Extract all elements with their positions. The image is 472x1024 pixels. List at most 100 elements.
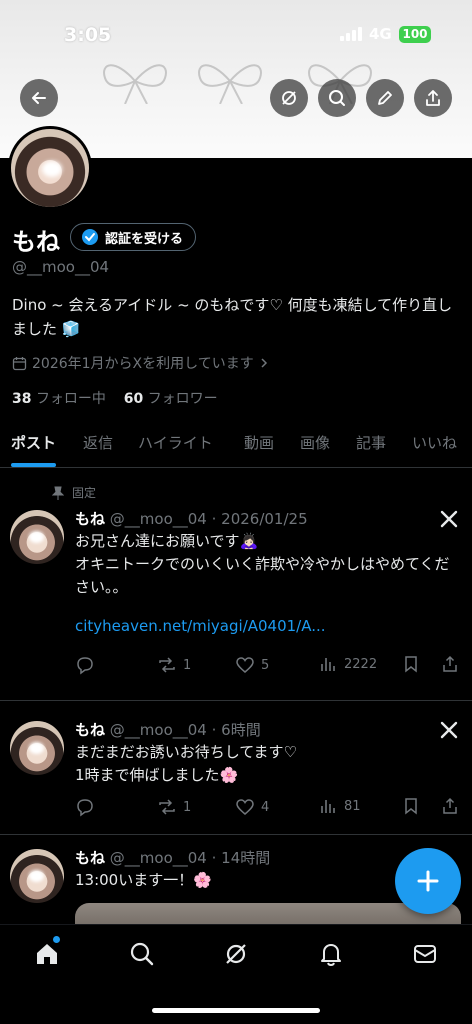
share-icon: [426, 90, 440, 106]
tab-images[interactable]: 画像: [300, 428, 330, 453]
post-meta: @__moo__04 · 6時間: [109, 721, 261, 739]
heart-icon: [236, 657, 254, 673]
views-icon: [321, 658, 335, 671]
followers-link[interactable]: 60 フォロワー: [124, 391, 218, 407]
home-icon: [37, 944, 57, 964]
share-icon: [443, 797, 457, 814]
following-link[interactable]: 38 フォロー中: [12, 391, 106, 407]
post-item[interactable]: もね @__moo__04 · 6時間 まだまだお誘いお待ちしてます♡ 1時まで…: [0, 701, 472, 835]
compose-button[interactable]: [395, 848, 461, 914]
tab-likes[interactable]: いいね: [412, 428, 457, 453]
like-button[interactable]: 4: [235, 797, 269, 817]
post-body: お兄さん達にお願いです🙇🏻‍♀️ オキニトークでのいくいく詐欺や冷やかしはやめて…: [75, 530, 455, 638]
post-author-name: もね: [75, 510, 106, 528]
profile-avatar[interactable]: [8, 126, 92, 210]
battery-indicator: 100: [399, 26, 431, 43]
post-text-line: オキニトークでのいくいく詐欺や冷やかしはやめてください。。: [75, 555, 450, 596]
x-logo-icon[interactable]: [440, 510, 458, 528]
bow-decoration: [198, 64, 262, 104]
bookmark-icon: [405, 798, 417, 815]
home-indicator: [152, 1008, 320, 1013]
post-text-line: お兄さん達にお願いです🙇🏻‍♀️: [75, 532, 259, 550]
nav-notifications[interactable]: [316, 939, 346, 969]
arrow-left-icon: [32, 92, 46, 104]
reply-button[interactable]: [75, 655, 101, 675]
nav-messages[interactable]: [410, 939, 440, 969]
followers-label: フォロワー: [147, 391, 218, 407]
view-count: 81: [344, 798, 361, 814]
profile-name: もね: [12, 228, 60, 256]
post-avatar[interactable]: [10, 849, 64, 903]
nav-search[interactable]: [127, 939, 157, 969]
joined-text: 2026年1月からXを利用しています: [32, 356, 254, 372]
post-meta: @__moo__04 · 14時間: [109, 849, 271, 867]
views-icon: [321, 800, 335, 813]
views-button[interactable]: 2222: [320, 655, 377, 673]
bookmark-button[interactable]: [402, 797, 420, 815]
repost-count: 1: [183, 657, 192, 673]
tab-highlights[interactable]: ハイライト: [138, 428, 213, 453]
status-bar: 3:05 4G 100: [0, 0, 472, 58]
following-label: フォロー中: [35, 391, 106, 407]
nav-grok[interactable]: [221, 939, 251, 969]
post-header: もね @__moo__04 · 2026/01/25: [75, 508, 308, 529]
tab-posts[interactable]: ポスト: [11, 428, 57, 467]
post-item[interactable]: 固定 もね @__moo__04 · 2026/01/25 お兄さん達にお願いで…: [0, 484, 472, 701]
like-count: 5: [261, 657, 270, 673]
profile-bio: Dino ~ 会えるアイドル ~ のもねです♡ 何度も凍結して作り直しました 🧊: [12, 296, 453, 338]
post-actions: 1 5 2222: [75, 655, 465, 677]
notification-dot: [53, 936, 60, 943]
repost-button[interactable]: 1: [157, 797, 191, 817]
post-actions: 1 4 81: [75, 797, 465, 819]
status-time: 3:05: [64, 24, 112, 46]
back-button[interactable]: [20, 79, 58, 117]
post-author-name: もね: [75, 849, 106, 867]
tab-replies[interactable]: 返信: [83, 428, 113, 453]
pinned-indicator: 固定: [52, 484, 96, 501]
get-verified-button[interactable]: 認証を受ける: [70, 223, 197, 251]
grok-button[interactable]: [270, 79, 308, 117]
bow-decoration: [103, 64, 167, 104]
tab-articles[interactable]: 記事: [356, 428, 386, 453]
post-text-line: まだまだお誘いお待ちしてます♡: [75, 743, 297, 761]
repost-icon: [159, 657, 175, 673]
post-header: もね @__moo__04 · 6時間: [75, 719, 261, 740]
edit-button[interactable]: [366, 79, 404, 117]
post-body: まだまだお誘いお待ちしてます♡ 1時まで伸ばしました🌸: [75, 741, 455, 787]
pinned-label: 固定: [72, 486, 97, 500]
calendar-icon: [12, 356, 27, 370]
joined-date[interactable]: 2026年1月からXを利用しています: [12, 353, 269, 373]
post-header: もね @__moo__04 · 14時間: [75, 847, 270, 868]
repost-icon: [159, 799, 175, 815]
post-share-button[interactable]: [441, 655, 459, 673]
search-icon: [130, 942, 154, 966]
like-button[interactable]: 5: [235, 655, 269, 675]
mail-icon: [414, 945, 436, 963]
reply-button[interactable]: [75, 797, 101, 817]
post-link[interactable]: cityheaven.net/miyagi/A0401/A...: [75, 615, 455, 638]
x-logo-icon[interactable]: [440, 721, 458, 739]
nav-home[interactable]: [32, 939, 62, 969]
repost-button[interactable]: 1: [157, 655, 191, 675]
bookmark-button[interactable]: [402, 655, 420, 673]
network-type: 4G: [369, 25, 392, 43]
post-share-button[interactable]: [441, 797, 459, 815]
follow-stats: 38 フォロー中 60 フォロワー: [12, 388, 218, 408]
following-count: 38: [12, 391, 32, 407]
grok-icon: [226, 944, 246, 964]
signal-icon: [340, 27, 362, 41]
search-button[interactable]: [318, 79, 356, 117]
like-count: 4: [261, 799, 270, 815]
tab-videos[interactable]: 動画: [244, 428, 274, 453]
plus-icon: [417, 870, 439, 892]
share-button[interactable]: [414, 79, 452, 117]
post-avatar[interactable]: [10, 510, 64, 564]
pencil-icon: [378, 91, 392, 105]
view-count: 2222: [344, 656, 378, 672]
post-avatar[interactable]: [10, 721, 64, 775]
views-button[interactable]: 81: [320, 797, 361, 815]
grok-icon: [282, 91, 296, 105]
pin-icon: [52, 486, 64, 500]
verified-badge-icon: [82, 229, 98, 245]
reply-icon: [77, 657, 93, 675]
